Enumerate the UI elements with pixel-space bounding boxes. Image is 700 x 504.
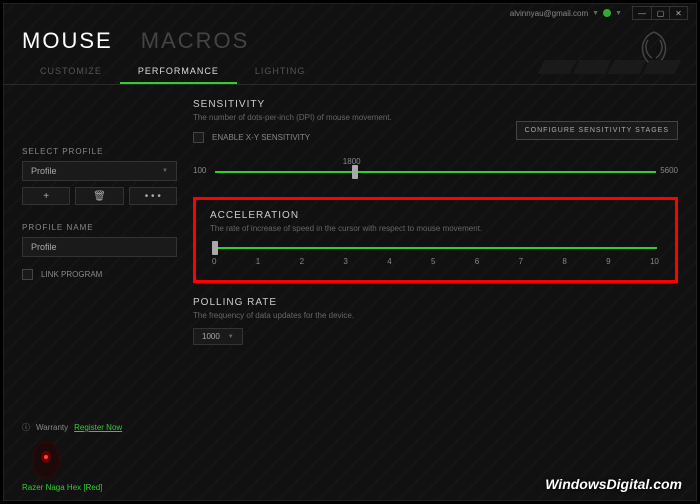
link-program-label: LINK PROGRAM (41, 270, 102, 279)
profile-more-button[interactable]: • • • (129, 187, 177, 205)
chevron-down-icon: ▼ (228, 334, 234, 340)
chevron-down-icon: ▼ (162, 168, 168, 174)
delete-profile-button[interactable]: 🗑 (75, 187, 123, 205)
acceleration-handle[interactable] (212, 241, 218, 255)
sensitivity-max: 5600 (660, 166, 678, 175)
polling-value: 1000 (202, 332, 220, 341)
profile-name-label: PROFILE NAME (22, 223, 177, 232)
minimize-button[interactable]: — (633, 7, 651, 19)
subtab-customize[interactable]: CUSTOMIZE (22, 60, 120, 84)
acceleration-slider[interactable] (214, 247, 657, 249)
tab-macros[interactable]: MACROS (141, 28, 250, 54)
close-button[interactable]: ✕ (669, 7, 687, 19)
enable-xy-label: ENABLE X-Y SENSITIVITY (212, 133, 310, 142)
tab-mouse[interactable]: MOUSE (22, 28, 113, 54)
polling-desc: The frequency of data updates for the de… (193, 311, 678, 320)
acceleration-ticks: 012345678910 (210, 257, 661, 266)
select-profile-label: SELECT PROFILE (22, 147, 177, 156)
maximize-button[interactable]: ▢ (651, 7, 669, 19)
subtab-performance[interactable]: PERFORMANCE (120, 60, 237, 84)
device-image[interactable] (28, 439, 64, 481)
profile-name-input[interactable]: Profile (22, 237, 177, 257)
acceleration-desc: The rate of increase of speed in the cur… (210, 224, 661, 233)
acceleration-title: ACCELERATION (210, 210, 661, 221)
profile-select-value: Profile (31, 166, 57, 176)
sensitivity-min: 100 (193, 166, 206, 175)
sensitivity-slider[interactable]: 100 1800 5600 (193, 171, 678, 173)
sensitivity-handle[interactable] (352, 165, 358, 179)
device-name: Razer Naga Hex [Red] (22, 483, 122, 492)
polling-rate-select[interactable]: 1000 ▼ (193, 328, 243, 345)
register-link[interactable]: Register Now (74, 423, 122, 432)
tab-decoration (538, 60, 678, 84)
profile-select[interactable]: Profile ▼ (22, 161, 177, 181)
chevron-down-icon[interactable]: ▼ (592, 10, 599, 17)
user-email: alvinnyau@gmail.com (510, 9, 588, 18)
info-icon: ⓘ (22, 422, 30, 433)
subtab-lighting[interactable]: LIGHTING (237, 60, 324, 84)
warranty-label: Warranty (36, 423, 68, 432)
status-indicator (603, 9, 611, 17)
add-profile-button[interactable]: + (22, 187, 70, 205)
enable-xy-checkbox[interactable] (193, 132, 204, 143)
acceleration-section: ACCELERATION The rate of increase of spe… (193, 197, 678, 283)
link-program-checkbox[interactable] (22, 269, 33, 280)
sensitivity-title: SENSITIVITY (193, 99, 678, 110)
chevron-down-icon[interactable]: ▼ (615, 10, 622, 17)
watermark: WindowsDigital.com (545, 476, 682, 492)
titlebar: alvinnyau@gmail.com ▼ ▼ — ▢ ✕ (4, 4, 696, 22)
configure-stages-button[interactable]: CONFIGURE SENSITIVITY STAGES (516, 121, 678, 140)
polling-title: POLLING RATE (193, 297, 678, 308)
